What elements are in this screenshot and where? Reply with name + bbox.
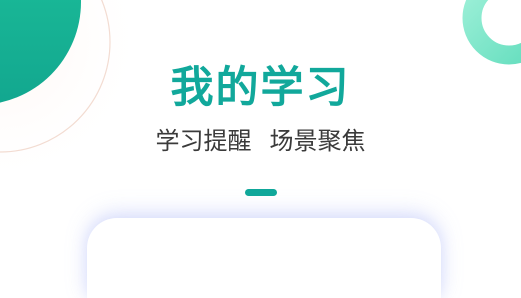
page-title: 我的学习	[170, 63, 351, 113]
page-indicator-active	[245, 189, 277, 196]
subtitle: 学习提醒 场景聚焦	[0, 126, 521, 156]
subtitle-part-2: 场景聚焦	[269, 127, 366, 155]
green-ring-shape	[462, 0, 521, 65]
subtitle-part-1: 学习提醒	[155, 127, 252, 155]
phone-preview-card	[87, 218, 441, 298]
